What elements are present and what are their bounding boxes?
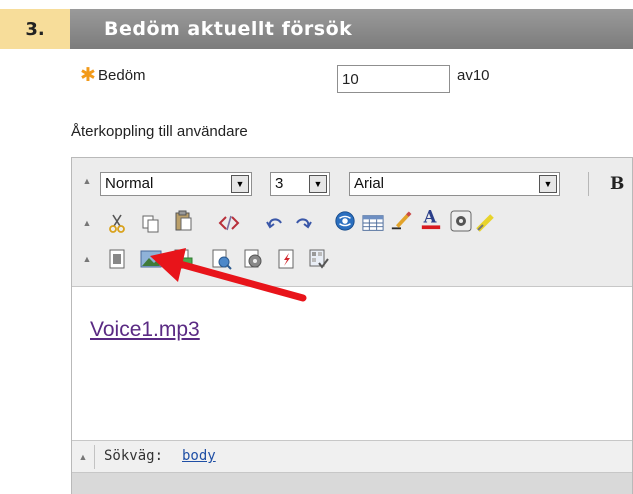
path-bar: ▲ Sökväg: body bbox=[72, 440, 632, 473]
cut-icon[interactable] bbox=[106, 212, 128, 234]
spellcheck-icon[interactable] bbox=[308, 248, 330, 270]
redo-icon[interactable] bbox=[292, 212, 314, 234]
bold-button[interactable]: B bbox=[610, 174, 624, 194]
audio-file-link[interactable]: Voice1.mp3 bbox=[90, 318, 200, 342]
step-number: 3. bbox=[0, 9, 70, 49]
editor-content-area[interactable]: Voice1.mp3 bbox=[72, 288, 632, 440]
font-select[interactable]: Arial ▼ bbox=[349, 172, 560, 196]
grade-max-label: av10 bbox=[457, 67, 490, 84]
audio-icon[interactable] bbox=[242, 248, 264, 270]
size-select[interactable]: 3 ▼ bbox=[270, 172, 330, 196]
collapse-row-icon[interactable]: ▲ bbox=[82, 176, 92, 186]
preview-icon[interactable] bbox=[210, 248, 232, 270]
chevron-down-icon[interactable]: ▼ bbox=[309, 175, 327, 193]
editor-resize-strip[interactable] bbox=[72, 473, 632, 494]
format-select[interactable]: Normal ▼ bbox=[100, 172, 252, 196]
copy-icon[interactable] bbox=[140, 212, 162, 234]
text-editor: ▲ Normal ▼ 3 ▼ Arial ▼ B ▲ A ▲ Voice1.mp… bbox=[71, 157, 633, 494]
font-color-icon[interactable]: A bbox=[420, 208, 442, 230]
editor-toolbar: ▲ Normal ▼ 3 ▼ Arial ▼ B ▲ A ▲ bbox=[72, 158, 632, 287]
image-icon[interactable] bbox=[140, 248, 162, 270]
chevron-down-icon[interactable]: ▼ bbox=[231, 175, 249, 193]
grade-input[interactable]: 10 bbox=[337, 65, 450, 93]
link-globe-icon[interactable] bbox=[334, 210, 356, 232]
flash-icon[interactable] bbox=[276, 248, 298, 270]
toolbar-separator bbox=[588, 172, 589, 196]
section-title: Bedöm aktuellt försök bbox=[70, 9, 633, 49]
collapse-path-icon[interactable]: ▲ bbox=[78, 452, 88, 462]
grade-label: Bedöm bbox=[98, 67, 146, 84]
path-label: Sökväg: bbox=[104, 448, 164, 464]
mashup-icon[interactable] bbox=[106, 248, 128, 270]
paste-icon[interactable] bbox=[172, 210, 194, 232]
section-title-text: Bedöm aktuellt försök bbox=[104, 18, 353, 40]
html-code-icon[interactable] bbox=[218, 212, 240, 234]
insert-file-icon[interactable] bbox=[172, 248, 194, 270]
special-char-icon[interactable] bbox=[450, 210, 472, 232]
feedback-label: Återkoppling till användare bbox=[71, 123, 248, 140]
asterisk-icon: ✱ bbox=[80, 65, 96, 86]
format-select-value: Normal bbox=[105, 175, 154, 192]
collapse-row-icon[interactable]: ▲ bbox=[82, 254, 92, 264]
path-separator bbox=[94, 445, 95, 469]
pencil-icon[interactable] bbox=[390, 210, 412, 232]
size-select-value: 3 bbox=[275, 175, 284, 192]
collapse-row-icon[interactable]: ▲ bbox=[82, 218, 92, 228]
svg-text:A: A bbox=[423, 208, 437, 227]
path-body-link[interactable]: body bbox=[182, 448, 216, 464]
chevron-down-icon[interactable]: ▼ bbox=[539, 175, 557, 193]
font-select-value: Arial bbox=[354, 175, 385, 192]
highlighter-icon[interactable] bbox=[476, 210, 494, 232]
table-icon[interactable] bbox=[362, 212, 384, 234]
undo-icon[interactable] bbox=[264, 212, 286, 234]
